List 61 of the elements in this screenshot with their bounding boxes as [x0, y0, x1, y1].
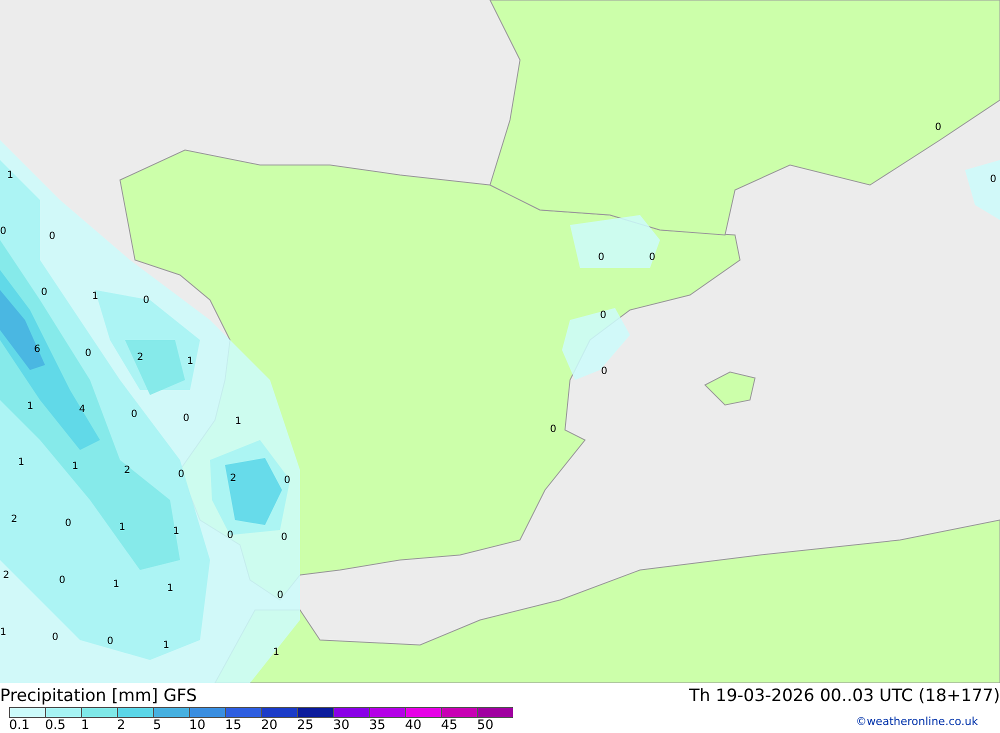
precipitation-value: 0: [178, 469, 184, 481]
precipitation-value: 0: [0, 226, 6, 238]
precipitation-value: 1: [27, 401, 34, 413]
precipitation-value: 1: [72, 461, 78, 473]
precipitation-value: 1: [7, 170, 14, 182]
precipitation-value: 0: [49, 231, 56, 243]
precipitation-value: 1: [0, 627, 6, 639]
precipitation-value: 4: [79, 404, 86, 416]
scale-label: 35: [369, 718, 386, 733]
valid-time: Th 19-03-2026 00..03 UTC (18+177): [689, 685, 1000, 707]
precipitation-value: 1: [273, 647, 280, 659]
precipitation-value: 0: [281, 532, 288, 544]
precipitation-value: 1: [92, 291, 98, 303]
precipitation-value: 0: [277, 590, 284, 602]
precipitation-value: 0: [598, 252, 604, 264]
precipitation-value: 1: [119, 522, 126, 534]
precipitation-value: 1: [187, 356, 194, 368]
precipitation-value: 0: [284, 475, 290, 487]
scale-label: 45: [441, 718, 458, 733]
scale-label: 30: [333, 718, 350, 733]
precipitation-value: 0: [52, 632, 58, 644]
scale-label: 15: [225, 718, 242, 733]
scale-label: 5: [153, 718, 162, 733]
precipitation-value: 0: [601, 366, 608, 378]
precipitation-value: 0: [143, 295, 150, 307]
credit-link[interactable]: ©weatheronline.co.uk: [856, 707, 1000, 728]
scale-label: 0.5: [45, 718, 66, 733]
precipitation-value: 0: [107, 636, 114, 648]
precipitation-value: 0: [550, 424, 556, 436]
precipitation-value: 0: [41, 287, 48, 299]
precipitation-value: 0: [85, 348, 92, 360]
scale-label: 40: [405, 718, 422, 733]
precipitation-value: 2: [137, 352, 144, 364]
scale-label: 1: [81, 718, 90, 733]
scale-label: 2: [117, 718, 126, 733]
precipitation-value: 2: [11, 514, 18, 526]
scale-label: 25: [297, 718, 314, 733]
precipitation-value: 2: [124, 465, 130, 477]
precipitation-value: 1: [167, 583, 174, 595]
precipitation-value: 1: [235, 416, 242, 428]
scale-label: 0.1: [9, 718, 30, 733]
precipitation-value: 0: [65, 518, 72, 530]
precipitation-value: 2: [230, 473, 236, 485]
scale-label: 20: [261, 718, 278, 733]
precipitation-value: 0: [600, 310, 606, 322]
precipitation-value: 1: [173, 526, 180, 538]
precipitation-value: 0: [227, 530, 234, 542]
precipitation-value: 0: [990, 174, 996, 186]
precipitation-value: 0: [59, 575, 66, 587]
precipitation-value: 0: [131, 409, 138, 421]
map-title: Precipitation [mm] GFS: [0, 685, 197, 707]
precipitation-value: 0: [649, 252, 656, 264]
scale-label: 10: [189, 718, 206, 733]
precipitation-value: 1: [113, 579, 120, 591]
precipitation-value: 1: [18, 457, 24, 469]
precipitation-value: 2: [3, 570, 10, 582]
scale-label: 50: [477, 718, 494, 733]
precipitation-value: 0: [183, 413, 190, 425]
precipitation-value: 1: [163, 640, 170, 652]
precipitation-value: 0: [935, 122, 942, 134]
precipitation-value: 6: [34, 344, 40, 356]
